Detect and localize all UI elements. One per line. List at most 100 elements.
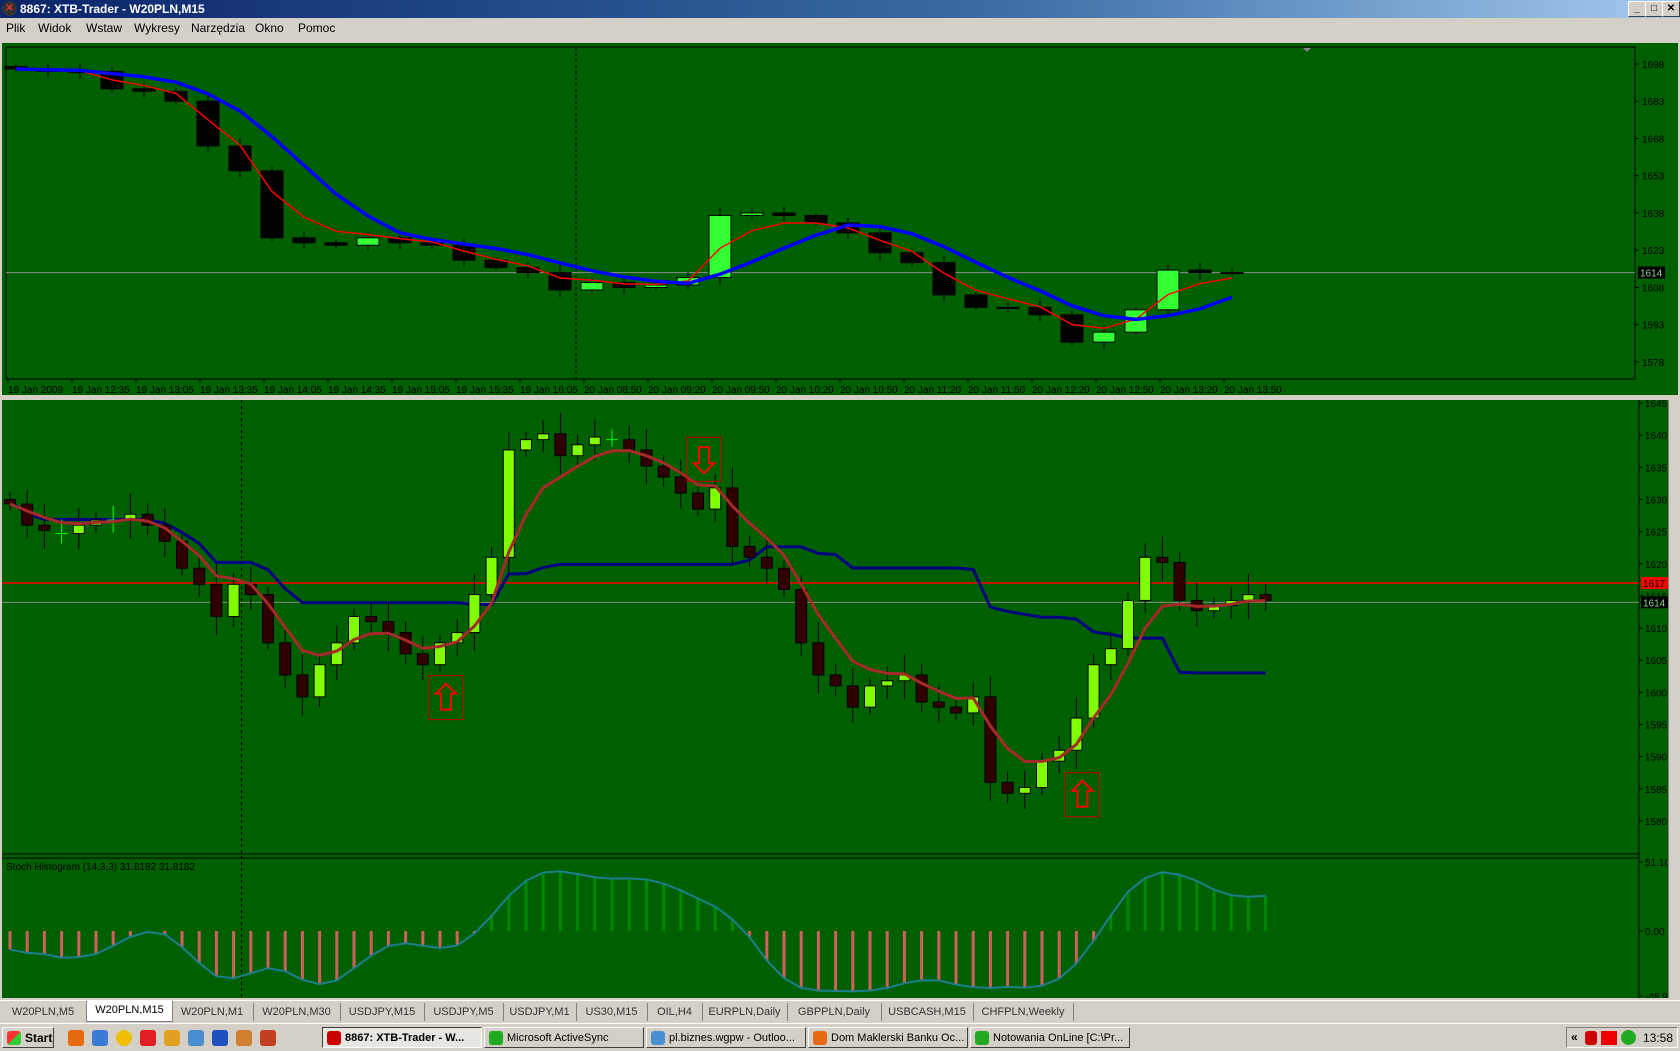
bear-candle bbox=[778, 567, 790, 590]
y-tick-label: 1610 bbox=[1645, 624, 1668, 635]
chart-tabs: W20PLN,M5 W20PLN,M15 W20PLN,M1 W20PLN,M30 US… bbox=[0, 1000, 1680, 1023]
bull-candle bbox=[1156, 269, 1180, 311]
task-icon bbox=[813, 1031, 827, 1045]
tab-w20pln-m1[interactable]: W20PLN,M1 bbox=[171, 1003, 254, 1021]
start-button[interactable]: Start bbox=[2, 1027, 54, 1048]
x-tick-label: 19 Jan 14:35 bbox=[328, 385, 386, 395]
ie-icon[interactable] bbox=[92, 1030, 108, 1046]
x-tick-label: 19 Jan 15:35 bbox=[456, 385, 514, 395]
stoch-tick-label: 0.00 bbox=[1645, 927, 1665, 938]
chart-m15[interactable]: 1698 1683 1668 1653 1638 1623 1608 1593 1578 19 J… bbox=[2, 43, 1678, 395]
tab-usdjpy-m15[interactable]: USDJPY,M15 bbox=[340, 1003, 425, 1021]
bear-candle bbox=[382, 621, 395, 634]
tab-w20pln-m5[interactable]: W20PLN,M5 bbox=[0, 1003, 87, 1021]
x-tick-label: 20 Jan 09:50 bbox=[712, 385, 770, 395]
task-icon bbox=[327, 1031, 341, 1045]
menu-plik[interactable]: Plik bbox=[6, 21, 25, 35]
chart-m5[interactable]: 1645164016351630162516201615161016051600… bbox=[2, 400, 1668, 998]
y-tick-label: 1593 bbox=[1642, 321, 1665, 332]
bear-candle bbox=[1173, 561, 1186, 601]
task-icon bbox=[975, 1031, 989, 1045]
word-icon[interactable] bbox=[212, 1030, 228, 1046]
taskbar-task[interactable]: Notowania OnLine [C:\Pr... bbox=[970, 1027, 1130, 1048]
x-tick-label: 20 Jan 09:20 bbox=[648, 385, 706, 395]
home-icon[interactable] bbox=[260, 1030, 276, 1046]
bull-candle bbox=[580, 282, 604, 291]
tray-expand-button[interactable]: « bbox=[1571, 1030, 1578, 1044]
bear-candle bbox=[984, 696, 997, 783]
bear-candle bbox=[132, 88, 156, 92]
antivirus-icon[interactable] bbox=[1585, 1031, 1597, 1045]
tab-usdjpy-m5[interactable]: USDJPY,M5 bbox=[424, 1003, 504, 1021]
menu-narzedzia[interactable]: Narzędzia bbox=[191, 21, 245, 35]
bear-candle bbox=[726, 487, 739, 547]
bull-candle bbox=[644, 284, 668, 288]
ati-icon[interactable] bbox=[1601, 1031, 1617, 1045]
app-icon[interactable]: ✕ bbox=[2, 1, 17, 16]
x-tick-label: 20 Jan 10:20 bbox=[776, 385, 834, 395]
bear-candle bbox=[416, 653, 429, 666]
minimize-button[interactable]: _ bbox=[1628, 1, 1646, 17]
taskbar-task[interactable]: pl.biznes.wgpw - Outloo... bbox=[646, 1027, 806, 1048]
bear-candle bbox=[196, 100, 220, 147]
tab-chfpln-weekly[interactable]: CHFPLN,Weekly bbox=[973, 1003, 1074, 1021]
tab-eurpln-daily[interactable]: EURPLN,Daily bbox=[702, 1003, 788, 1021]
close-button[interactable]: ✕ bbox=[1662, 1, 1680, 17]
firefox-icon[interactable] bbox=[68, 1030, 84, 1046]
tab-w20pln-m30[interactable]: W20PLN,M30 bbox=[253, 1003, 341, 1021]
sell-arrow-icon bbox=[691, 446, 717, 475]
task-icon bbox=[651, 1031, 665, 1045]
y-tick-label: 1653 bbox=[1642, 172, 1665, 183]
bear-candle bbox=[228, 145, 252, 172]
taskbar-task[interactable]: 8867: XTB-Trader - W... bbox=[322, 1027, 482, 1048]
y-tick-label: 1635 bbox=[1645, 463, 1668, 474]
tab-oil-h4[interactable]: OIL,H4 bbox=[647, 1003, 703, 1021]
y-tick-label: 1698 bbox=[1642, 60, 1665, 71]
bull-candle bbox=[740, 212, 764, 216]
x-tick-label: 20 Jan 11:20 bbox=[904, 385, 962, 395]
bear-candle bbox=[795, 588, 808, 644]
tab-w20pln-m15[interactable]: W20PLN,M15 bbox=[86, 1001, 173, 1022]
outlook-icon[interactable] bbox=[188, 1030, 204, 1046]
app-red-icon[interactable] bbox=[140, 1030, 156, 1046]
pencils-icon[interactable] bbox=[236, 1030, 252, 1046]
bear-candle bbox=[846, 685, 859, 708]
bull-candle bbox=[356, 237, 380, 246]
sun-icon[interactable] bbox=[116, 1030, 132, 1046]
maximize-button[interactable]: □ bbox=[1645, 1, 1663, 17]
activesync-icon[interactable] bbox=[1621, 1030, 1636, 1045]
x-tick-label: 19 Jan 16:05 bbox=[520, 385, 578, 395]
taskbar: Start 8867: XTB-Trader - W... Microsoft A… bbox=[0, 1023, 1680, 1051]
bear-candle bbox=[210, 583, 223, 617]
y-tick-label: 1585 bbox=[1645, 785, 1668, 796]
x-tick-label: 20 Jan 10:50 bbox=[840, 385, 898, 395]
tab-us30-m15[interactable]: US30,M15 bbox=[576, 1003, 648, 1021]
buy-arrow-icon bbox=[1069, 779, 1095, 808]
chart-window-m5[interactable]: 1645164016351630162516201615161016051600… bbox=[0, 398, 1680, 1000]
bull-candle bbox=[537, 433, 550, 441]
y-tick-label: 1580 bbox=[1645, 817, 1668, 828]
menu-wykresy[interactable]: Wykresy bbox=[134, 21, 180, 35]
menu-widok[interactable]: Widok bbox=[38, 21, 71, 35]
bull-candle bbox=[1139, 556, 1152, 601]
shift-marker-icon bbox=[1303, 48, 1311, 52]
bear-candle bbox=[900, 252, 924, 264]
tab-usbcash-m15[interactable]: USBCASH,M15 bbox=[881, 1003, 974, 1021]
tab-usdjpy-m1[interactable]: USDJPY,M1 bbox=[503, 1003, 577, 1021]
chart-window-m15[interactable]: 1698 1683 1668 1653 1638 1623 1608 1593 1578 19 J… bbox=[0, 41, 1680, 397]
tab-gbppln-daily[interactable]: GBPPLN,Daily bbox=[787, 1003, 882, 1021]
menu-pomoc[interactable]: Pomoc bbox=[298, 21, 335, 35]
lightning-icon[interactable] bbox=[164, 1030, 180, 1046]
bear-candle bbox=[1156, 556, 1169, 563]
y-tick-label: 1623 bbox=[1642, 246, 1665, 257]
task-label: 8867: XTB-Trader - W... bbox=[345, 1032, 465, 1044]
taskbar-task[interactable]: Dom Maklerski Banku Oc... bbox=[808, 1027, 968, 1048]
taskbar-task[interactable]: Microsoft ActiveSync bbox=[484, 1027, 644, 1048]
bear-candle bbox=[657, 465, 670, 478]
bear-candle bbox=[38, 524, 51, 531]
y-tick-label: 1625 bbox=[1645, 528, 1668, 539]
x-tick-label: 19 Jan 15:05 bbox=[392, 385, 450, 395]
menu-wstaw[interactable]: Wstaw bbox=[86, 21, 122, 35]
title-bar: ✕ 8867: XTB-Trader - W20PLN,M15 _ □ ✕ bbox=[0, 0, 1680, 18]
menu-okno[interactable]: Okno bbox=[255, 21, 284, 35]
